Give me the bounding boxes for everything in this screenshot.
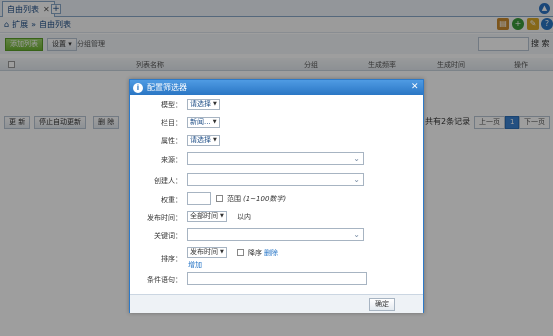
- condition-input[interactable]: [187, 272, 367, 285]
- condition-label: 条件语句：: [147, 276, 182, 284]
- delete-sort-link[interactable]: 删除: [264, 248, 278, 258]
- pubtime-select-value: 全部时间: [190, 212, 218, 220]
- weight-input[interactable]: [187, 192, 211, 205]
- chevron-down-icon: ▼: [220, 249, 224, 255]
- column-label: 栏目：: [161, 119, 182, 127]
- sort-label: 排序：: [161, 255, 182, 263]
- dialog-titlebar: i 配置筛选器: [130, 80, 423, 95]
- keyword-combo[interactable]: ⌄: [187, 228, 364, 241]
- add-sort-link[interactable]: 增加: [188, 260, 202, 270]
- source-combo[interactable]: ⌄: [187, 152, 364, 165]
- creator-label: 创建人：: [154, 177, 182, 185]
- sort-select-value: 发布时间: [190, 248, 218, 256]
- chevron-down-icon: ▼: [213, 101, 217, 107]
- range-label: 范围: [227, 195, 241, 203]
- desc-label: 降序: [248, 249, 262, 257]
- range-hint: (1~100数字): [243, 195, 287, 203]
- attr-select-value: 请选择: [190, 136, 211, 144]
- double-chevron-icon: ⌄: [353, 154, 360, 163]
- creator-combo[interactable]: ⌄: [187, 173, 364, 186]
- double-chevron-icon: ⌄: [353, 230, 360, 239]
- dialog-title: 配置筛选器: [147, 83, 187, 92]
- column-select[interactable]: 新闻... ▼: [187, 117, 220, 128]
- keyword-label: 关键词：: [154, 232, 182, 240]
- ok-button[interactable]: 确定: [369, 298, 395, 311]
- range-checkbox[interactable]: [216, 195, 223, 202]
- chevron-down-icon: ▼: [212, 119, 217, 125]
- pubtime-select[interactable]: 全部时间 ▼: [187, 211, 227, 222]
- sort-select[interactable]: 发布时间 ▼: [187, 247, 227, 258]
- weight-label: 权重：: [161, 196, 182, 204]
- model-select-value: 请选择: [190, 100, 211, 108]
- desc-checkbox[interactable]: [237, 249, 244, 256]
- filter-config-dialog: i 配置筛选器 ✕ 模型： 请选择 ▼ 栏目： 新闻... ▼ 属性： 请选择 ▼ 来…: [129, 79, 424, 313]
- double-chevron-icon: ⌄: [353, 175, 360, 184]
- column-select-value: 新闻...: [190, 118, 211, 126]
- model-select[interactable]: 请选择 ▼: [187, 99, 220, 110]
- attr-select[interactable]: 请选择 ▼: [187, 135, 220, 146]
- info-icon: i: [133, 82, 143, 93]
- pubtime-suffix: 以内: [237, 213, 251, 221]
- dialog-footer: 确定: [130, 294, 423, 313]
- pubtime-label: 发布时间：: [147, 214, 182, 222]
- dialog-close-icon[interactable]: ✕: [411, 82, 419, 92]
- chevron-down-icon: ▼: [213, 137, 217, 143]
- source-label: 来源：: [161, 156, 182, 164]
- attr-label: 属性：: [161, 137, 182, 145]
- model-label: 模型：: [161, 101, 182, 109]
- chevron-down-icon: ▼: [220, 213, 224, 219]
